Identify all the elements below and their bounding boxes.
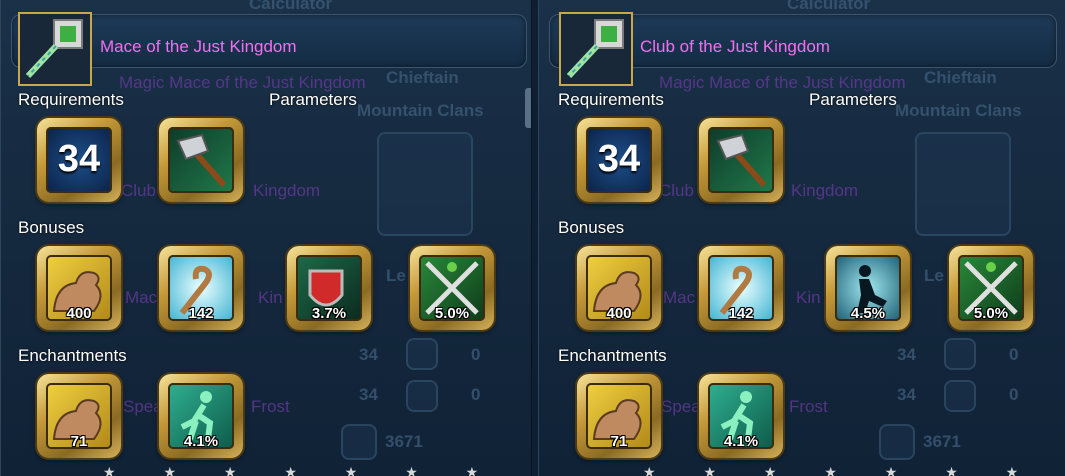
running-man-icon: 4.1% (168, 383, 234, 449)
level-requirement-value: 34 (57, 138, 101, 180)
ghost-text: Mountain Clans (895, 101, 1022, 120)
star-rating: ★ ★ ★ ★ ★ ★ ★ ★ ★ ★ (103, 464, 501, 476)
ghost-text: 0 (1009, 385, 1019, 404)
weapon-type-slot[interactable] (699, 118, 783, 202)
requirements-heading: Requirements (18, 90, 124, 109)
hammer-icon (708, 127, 774, 193)
requirements-heading: Requirements (558, 90, 664, 109)
evasion-silhouette-icon: 4.5% (835, 255, 901, 321)
ghost-text: 0 (471, 385, 481, 404)
bleeding-shield-icon: 3.7% (296, 255, 362, 321)
ghost-text: Kingdom (253, 181, 321, 200)
ghost-text: Frost (789, 397, 828, 416)
bonus-slot[interactable]: 142 (699, 246, 783, 330)
bonus-slot[interactable]: 3.7% (287, 246, 371, 330)
parameters-heading: Parameters (809, 90, 897, 109)
ghost-text: 34 (359, 345, 378, 364)
bonus-slot[interactable]: 4.5% (826, 246, 910, 330)
bonus-value: 4.5% (850, 305, 886, 321)
ghost-text: 0 (1009, 345, 1019, 364)
agility-staff-icon: 142 (168, 255, 234, 321)
strength-icon: 400 (46, 255, 112, 321)
ghost-text: 3671 (923, 432, 961, 451)
bonus-slot[interactable]: 400 (577, 246, 661, 330)
ghost-text: 34 (897, 345, 916, 364)
ghost-text: Mac (125, 288, 158, 307)
ghost-icon (406, 380, 438, 412)
ghost-text: Kingdom (791, 181, 859, 200)
bonuses-heading: Bonuses (18, 218, 85, 237)
ghost-text: Chieftain (386, 68, 459, 87)
bonuses-heading: Bonuses (558, 218, 625, 237)
strength-icon: 400 (586, 255, 652, 321)
enchantment-slot[interactable]: 4.1% (699, 374, 783, 458)
ghost-text: 34 (897, 385, 916, 404)
bonus-value: 142 (188, 305, 214, 321)
bonus-value: 142 (728, 305, 754, 321)
ghost-text: Chieftain (924, 68, 997, 87)
level-requirement-value: 34 (597, 138, 641, 180)
bonus-value: 3.7% (311, 305, 347, 321)
ghost-icon (341, 424, 377, 460)
ghost-text: Le (386, 266, 406, 285)
item-tooltip-left: Calculator Chieftain Mountain Clans Magi… (0, 0, 532, 476)
ghost-icon (406, 338, 438, 370)
scrollbar-thumb[interactable] (525, 88, 531, 128)
ghost-text: Spea (123, 397, 163, 416)
enchantments-heading: Enchantments (558, 346, 667, 365)
enchantment-value: 71 (70, 433, 88, 449)
ghost-text: Kin (258, 288, 283, 307)
enchantment-slot[interactable]: 4.1% (159, 374, 243, 458)
enchantment-slot[interactable]: 71 (37, 374, 121, 458)
ghost-text: Le (924, 266, 944, 285)
ghost-text: 0 (471, 345, 481, 364)
bonus-slot[interactable]: 5.0% (410, 246, 494, 330)
parameters-heading: Parameters (269, 90, 357, 109)
ghost-text: 3671 (385, 432, 423, 451)
level-requirement-slot[interactable]: 34 (577, 118, 661, 202)
ghost-text: Frost (251, 397, 290, 416)
bonus-value: 5.0% (973, 305, 1009, 321)
agility-staff-icon: 142 (708, 255, 774, 321)
ghost-text: Mountain Clans (357, 101, 484, 120)
ghost-text: Club (659, 181, 694, 200)
ghost-icon (944, 380, 976, 412)
mace-icon (18, 12, 92, 86)
crossed-weapons-icon: 5.0% (958, 255, 1024, 321)
level-requirement-slot[interactable]: 34 (37, 118, 121, 202)
enchantment-slot[interactable]: 71 (577, 374, 661, 458)
bonus-slot[interactable]: 142 (159, 246, 243, 330)
ghost-icon (879, 424, 915, 460)
ghost-text: Calculator (787, 0, 871, 13)
ghost-text: Kin (796, 288, 821, 307)
star-rating: ★ ★ ★ ★ ★ ★ ★ ★ ★ ★ (643, 464, 1041, 476)
enchantment-value: 4.1% (183, 433, 219, 449)
crossed-weapons-icon: 5.0% (419, 255, 485, 321)
strength-icon: 71 (46, 383, 112, 449)
bonus-value: 400 (606, 305, 632, 321)
running-man-icon: 4.1% (708, 383, 774, 449)
enchantments-heading: Enchantments (18, 346, 127, 365)
bonus-slot[interactable]: 400 (37, 246, 121, 330)
ghost-text: Calculator (249, 0, 333, 13)
bonus-slot[interactable]: 5.0% (949, 246, 1033, 330)
item-title: Club of the Just Kingdom (640, 37, 830, 56)
hammer-icon (168, 127, 234, 193)
enchantment-value: 4.1% (723, 433, 759, 449)
enchantment-value: 71 (610, 433, 628, 449)
bonus-value: 5.0% (434, 305, 470, 321)
club-icon (559, 12, 633, 86)
strength-icon: 71 (586, 383, 652, 449)
item-title: Mace of the Just Kingdom (100, 37, 297, 56)
ghost-text: Club (121, 181, 156, 200)
ghost-text: Spea (661, 397, 701, 416)
bonus-value: 400 (66, 305, 92, 321)
ghost-portrait-frame (915, 132, 1011, 236)
weapon-type-slot[interactable] (159, 118, 243, 202)
ghost-text: Mac (663, 288, 696, 307)
ghost-icon (944, 338, 976, 370)
ghost-portrait-frame (377, 132, 473, 236)
ghost-text: 34 (359, 385, 378, 404)
item-tooltip-right: Calculator Chieftain Mountain Clans Magi… (538, 0, 1065, 476)
